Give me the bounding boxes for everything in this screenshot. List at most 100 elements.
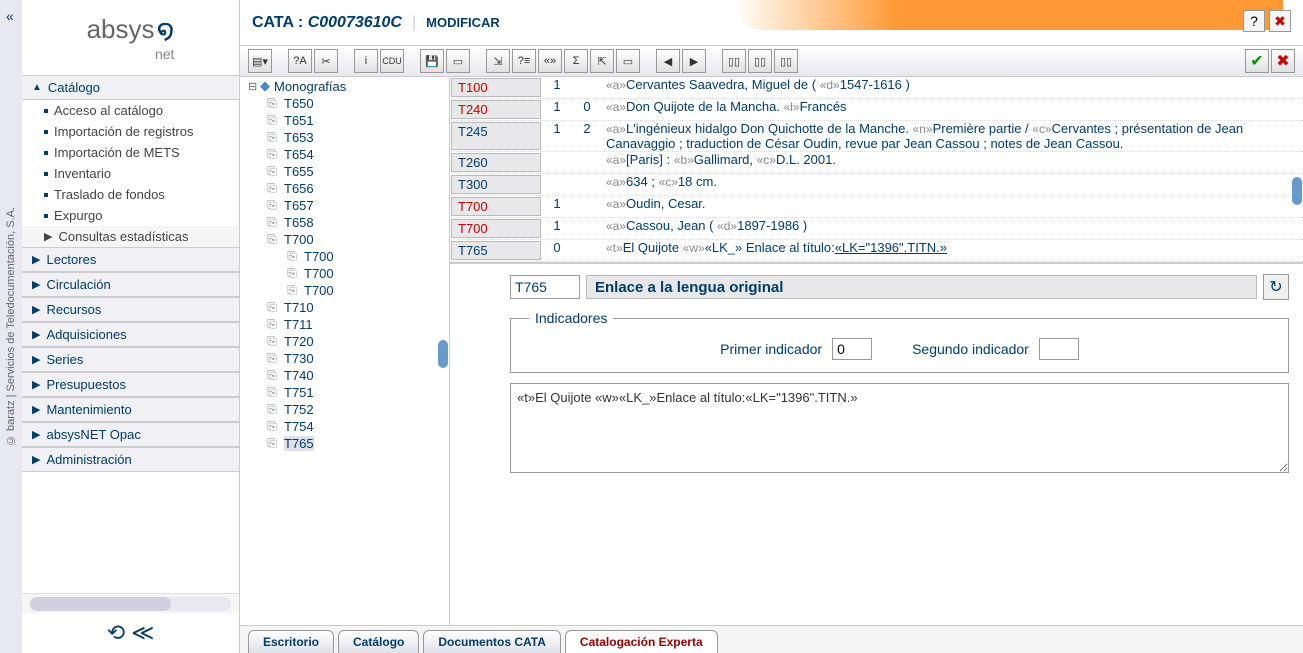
field-ind2: [572, 174, 602, 195]
tree-item-T700[interactable]: T700: [240, 282, 449, 299]
nav-item-5[interactable]: Expurgo: [22, 205, 239, 226]
field-tag: T700: [451, 219, 541, 238]
nav-item-4[interactable]: Traslado de fondos: [22, 184, 239, 205]
tree-scroll-handle[interactable]: [438, 340, 448, 368]
field-ind1: 0: [542, 240, 572, 261]
tree-item-T653[interactable]: T653: [240, 129, 449, 146]
nav-section-6[interactable]: ▶Mantenimiento: [22, 397, 239, 422]
copy-icon: [264, 403, 280, 417]
tree-item-T654[interactable]: T654: [240, 146, 449, 163]
help-button[interactable]: ?: [1243, 10, 1265, 32]
nav-section-7[interactable]: ▶absysNET Opac: [22, 422, 239, 447]
tab-0[interactable]: Escritorio: [248, 630, 334, 653]
tb-layout3-icon[interactable]: ▯▯: [774, 49, 798, 73]
nav-section-5[interactable]: ▶Presupuestos: [22, 372, 239, 397]
tree-item-T657[interactable]: T657: [240, 197, 449, 214]
tree-item-T650[interactable]: T650: [240, 95, 449, 112]
copy-icon: [264, 233, 280, 247]
nav-item-3[interactable]: Inventario: [22, 163, 239, 184]
tb-next-icon[interactable]: ▶: [682, 49, 706, 73]
field-ind1: 1: [542, 218, 572, 239]
tree-item-T720[interactable]: T720: [240, 333, 449, 350]
tree-item-T700[interactable]: T700: [240, 231, 449, 248]
tb-save-icon[interactable]: 💾: [420, 49, 444, 73]
minus-icon[interactable]: ⊟: [248, 80, 260, 93]
copy-icon: [264, 301, 280, 315]
collapse-icon[interactable]: «: [6, 8, 14, 24]
field-row-T260[interactable]: T260«a»[Paris] : «b»Gallimard, «c»D.L. 2…: [450, 152, 1303, 174]
ind1-input[interactable]: [832, 338, 872, 360]
refresh-icon[interactable]: ↻: [1263, 274, 1289, 300]
tb-qlist-icon[interactable]: ?≡: [512, 49, 536, 73]
field-row-T245[interactable]: T24512«a»L'ingénieux hidalgo Don Quichot…: [450, 121, 1303, 152]
tb-doc-icon[interactable]: ▭: [446, 49, 470, 73]
tb-list-icon[interactable]: ▤▾: [248, 49, 272, 73]
nav-item-2[interactable]: Importación de METS: [22, 142, 239, 163]
nav-catalogo-header[interactable]: ▲ Catálogo: [22, 75, 239, 100]
tree-item-T730[interactable]: T730: [240, 350, 449, 367]
nav-section-8[interactable]: ▶Administración: [22, 447, 239, 472]
tb-export-icon[interactable]: ⇱: [590, 49, 614, 73]
left-edge-bar: « © baratz | Servicios de Teledocumentac…: [0, 0, 22, 653]
field-row-T700[interactable]: T7001«a»Oudin, Cesar.: [450, 196, 1303, 218]
copy-icon: [264, 216, 280, 230]
nav-item-0[interactable]: Acceso al catálogo: [22, 100, 239, 121]
tree-item-T710[interactable]: T710: [240, 299, 449, 316]
rewind-icon[interactable]: ≪: [131, 620, 154, 646]
arrow-right-icon: ▶: [44, 230, 52, 243]
nav-item-1[interactable]: Importación de registros: [22, 121, 239, 142]
nav-section-2[interactable]: ▶Recursos: [22, 297, 239, 322]
tab-1[interactable]: Catálogo: [338, 630, 419, 653]
tree-root[interactable]: ⊟ ◆ Monografías: [240, 77, 449, 95]
power-icon[interactable]: ⟲: [107, 620, 125, 646]
tree-item-T700[interactable]: T700: [240, 248, 449, 265]
field-row-T765[interactable]: T7650«t»El Quijote «w»«LK_» Enlace al tí…: [450, 240, 1303, 262]
field-row-T240[interactable]: T24010«a»Don Quijote de la Mancha. «l»Fr…: [450, 99, 1303, 121]
tb-qa-icon[interactable]: ?A: [288, 49, 312, 73]
tb-sigma-icon[interactable]: Σ: [564, 49, 588, 73]
tree-item-T700[interactable]: T700: [240, 265, 449, 282]
tb-import-icon[interactable]: ⇲: [486, 49, 510, 73]
nav-section-1[interactable]: ▶Circulación: [22, 272, 239, 297]
field-content: «a»[Paris] : «b»Gallimard, «c»D.L. 2001.: [602, 152, 1303, 173]
content-textarea[interactable]: [510, 383, 1289, 473]
tb-reject-icon[interactable]: ✖: [1271, 49, 1295, 73]
nav-section-0[interactable]: ▶Lectores: [22, 247, 239, 272]
tree-item-T754[interactable]: T754: [240, 418, 449, 435]
tree-item-T751[interactable]: T751: [240, 384, 449, 401]
tab-2[interactable]: Documentos CATA: [423, 630, 561, 653]
tree-item-T752[interactable]: T752: [240, 401, 449, 418]
tb-cdu-icon[interactable]: CDU: [380, 49, 404, 73]
field-scroll-handle[interactable]: [1292, 177, 1302, 205]
tb-prev-icon[interactable]: ◀: [656, 49, 680, 73]
nav-section-4[interactable]: ▶Series: [22, 347, 239, 372]
field-list: T1001«a»Cervantes Saavedra, Miguel de ( …: [450, 77, 1303, 262]
nav-item-6[interactable]: ▶Consultas estadísticas: [22, 226, 239, 247]
tree-item-T765[interactable]: T765: [240, 435, 449, 452]
tb-accept-icon[interactable]: ✔: [1245, 49, 1269, 73]
tree-item-T656[interactable]: T656: [240, 180, 449, 197]
tb-book-icon[interactable]: ▭: [616, 49, 640, 73]
tb-scissors-icon[interactable]: ✂: [314, 49, 338, 73]
field-row-T700[interactable]: T7001«a»Cassou, Jean ( «d»1897-1986 ): [450, 218, 1303, 240]
tree-item-T711[interactable]: T711: [240, 316, 449, 333]
tb-swap-icon[interactable]: «»: [538, 49, 562, 73]
bullet-icon: [44, 109, 48, 113]
tb-layout1-icon[interactable]: ▯▯: [722, 49, 746, 73]
copy-icon: [264, 114, 280, 128]
tab-3[interactable]: Catalogación Experta: [565, 630, 718, 653]
tree-item-T651[interactable]: T651: [240, 112, 449, 129]
tb-info-icon[interactable]: i: [354, 49, 378, 73]
tree-item-T740[interactable]: T740: [240, 367, 449, 384]
tb-layout2-icon[interactable]: ▯▯: [748, 49, 772, 73]
close-button[interactable]: ✖: [1269, 10, 1291, 32]
bullet-icon: [44, 214, 48, 218]
field-row-T100[interactable]: T1001«a»Cervantes Saavedra, Miguel de ( …: [450, 77, 1303, 99]
editor-tag-input[interactable]: [510, 275, 580, 299]
sidebar-scrollbar[interactable]: [22, 593, 239, 613]
nav-section-3[interactable]: ▶Adquisiciones: [22, 322, 239, 347]
field-row-T300[interactable]: T300«a»634 ; «c»18 cm.: [450, 174, 1303, 196]
tree-item-T655[interactable]: T655: [240, 163, 449, 180]
tree-item-T658[interactable]: T658: [240, 214, 449, 231]
ind2-input[interactable]: [1039, 338, 1079, 360]
